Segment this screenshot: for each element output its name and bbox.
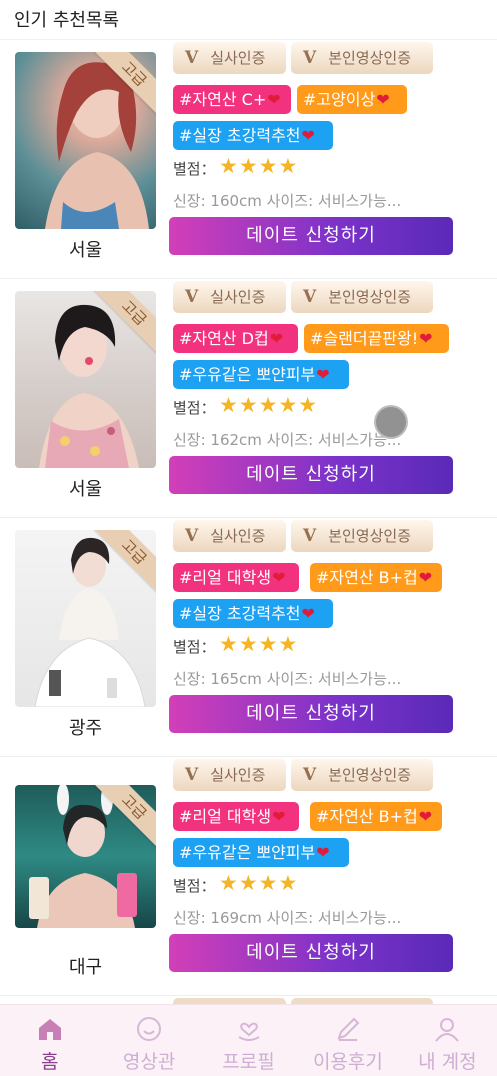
- user-icon: [435, 1018, 460, 1042]
- tag-chip: #실장 초강력추천❤: [173, 121, 333, 150]
- header: 인기 추천목록: [0, 0, 497, 40]
- nav-videos[interactable]: 영상관: [99, 1005, 198, 1076]
- tag-chip: #고양이상❤: [297, 85, 407, 114]
- heart-icon: ❤: [418, 807, 433, 826]
- verified-v-icon: V: [303, 48, 317, 68]
- profile-photo[interactable]: 고급: [15, 530, 156, 707]
- tag-chip: #리얼 대학생❤: [173, 802, 299, 831]
- profile-card[interactable]: 고급 서울 V 실사인증 V 본인영상인증 #자연산 D컵❤ #슬랜더끝판왕!❤ #…: [0, 279, 497, 518]
- tag-chip: #자연산 B+컵❤: [310, 802, 442, 831]
- nav-home[interactable]: 홈: [0, 1005, 99, 1076]
- photo-verified-badge: V 실사인증: [173, 520, 286, 552]
- star-rating: ★★★★: [219, 632, 299, 656]
- home-icon: [38, 1019, 61, 1040]
- rating-label: 별점：: [173, 160, 216, 178]
- verified-v-icon: V: [303, 526, 317, 546]
- verified-v-icon: V: [185, 48, 199, 68]
- smile-icon: [137, 1017, 162, 1041]
- nav-reviews[interactable]: 이용후기: [298, 1005, 397, 1076]
- profile-photo[interactable]: 고급: [15, 52, 156, 229]
- rating-label: 별점：: [173, 638, 216, 656]
- region-label: 서울: [68, 240, 103, 261]
- heart-icon: ❤: [272, 807, 286, 826]
- verified-v-icon: V: [185, 287, 199, 307]
- tag-chip: #슬랜더끝판왕!❤: [304, 324, 449, 353]
- video-verified-badge: V 본인영상인증: [291, 281, 433, 313]
- rating-label: 별점：: [173, 399, 216, 417]
- photo-verified-badge: V 실사인증: [173, 281, 286, 313]
- tag-chip: #우유같은 뽀얀피부❤: [173, 360, 349, 389]
- page-title: 인기 추천목록: [14, 10, 120, 31]
- heart-icon: ❤: [301, 126, 315, 145]
- star-rating: ★★★★★: [219, 393, 319, 417]
- heart-icon: ❤: [272, 568, 286, 587]
- profile-info: 신장: 160cm 사이즈: 서비스가능...: [173, 192, 402, 210]
- tag-chip: #리얼 대학생❤: [173, 563, 299, 592]
- tag-chip: #자연산 C+❤: [173, 85, 291, 114]
- video-verified-badge: V 본인영상인증: [291, 42, 433, 74]
- date-request-button[interactable]: 데이트 신청하기: [169, 456, 453, 494]
- heart-icon: ❤: [419, 329, 433, 348]
- tag-chip: #실장 초강력추천❤: [173, 599, 333, 628]
- profile-photo[interactable]: 고급: [15, 291, 156, 468]
- verified-v-icon: V: [185, 526, 199, 546]
- rating-label: 별점：: [173, 877, 216, 895]
- tag-chip: #자연산 D컵❤: [173, 324, 298, 353]
- video-verified-badge: V 본인영상인증: [291, 759, 433, 791]
- profile-info: 신장: 165cm 사이즈: 서비스가능...: [173, 670, 402, 688]
- verified-v-icon: V: [303, 287, 317, 307]
- date-request-button[interactable]: 데이트 신청하기: [169, 695, 453, 733]
- star-rating: ★★★★: [219, 871, 299, 895]
- touch-indicator: [374, 405, 408, 439]
- profile-card[interactable]: 고급 대구 V 실사인증 V 본인영상인증 #리얼 대학생❤ #자연산 B+컵❤ #…: [0, 757, 497, 996]
- heart-icon: ❤: [269, 329, 284, 348]
- tag-chip: #우유같은 뽀얀피부❤: [173, 838, 349, 867]
- region-label: 광주: [68, 718, 103, 739]
- heart-icon: ❤: [267, 90, 281, 109]
- region-label: 대구: [68, 957, 103, 978]
- heart-icon: ❤: [301, 604, 315, 623]
- heart-icon: ❤: [316, 365, 330, 384]
- verified-v-icon: V: [303, 765, 317, 785]
- bottom-nav: 홈 영상관 프로필 이용후기 내 계정: [0, 1004, 497, 1076]
- nav-profile[interactable]: 프로필: [199, 1005, 298, 1076]
- profile-card[interactable]: 고급 서울 V 실사인증 V 본인영상인증 #자연산 C+❤ #고양이상❤ #실장 …: [0, 40, 497, 279]
- nav-account[interactable]: 내 계정: [398, 1005, 497, 1076]
- date-request-button[interactable]: 데이트 신청하기: [169, 934, 453, 972]
- tag-chip: #자연산 B+컵❤: [310, 563, 442, 592]
- verified-v-icon: V: [185, 765, 199, 785]
- heart-hand-icon: [238, 1022, 260, 1041]
- photo-verified-badge: V 실사인증: [173, 759, 286, 791]
- heart-icon: ❤: [418, 568, 433, 587]
- photo-verified-badge: V 실사인증: [173, 42, 286, 74]
- heart-icon: ❤: [376, 90, 390, 109]
- heart-icon: ❤: [316, 843, 330, 862]
- profile-card[interactable]: 고급 광주 V 실사인증 V 본인영상인증 #리얼 대학생❤ #자연산 B+컵❤ #…: [0, 518, 497, 757]
- profile-info: 신장: 169cm 사이즈: 서비스가능...: [173, 909, 402, 927]
- star-rating: ★★★★: [219, 154, 299, 178]
- pencil-icon: [337, 1017, 360, 1041]
- profile-photo[interactable]: 고급: [15, 785, 156, 928]
- video-verified-badge: V 본인영상인증: [291, 520, 433, 552]
- region-label: 서울: [68, 479, 103, 500]
- date-request-button[interactable]: 데이트 신청하기: [169, 217, 453, 255]
